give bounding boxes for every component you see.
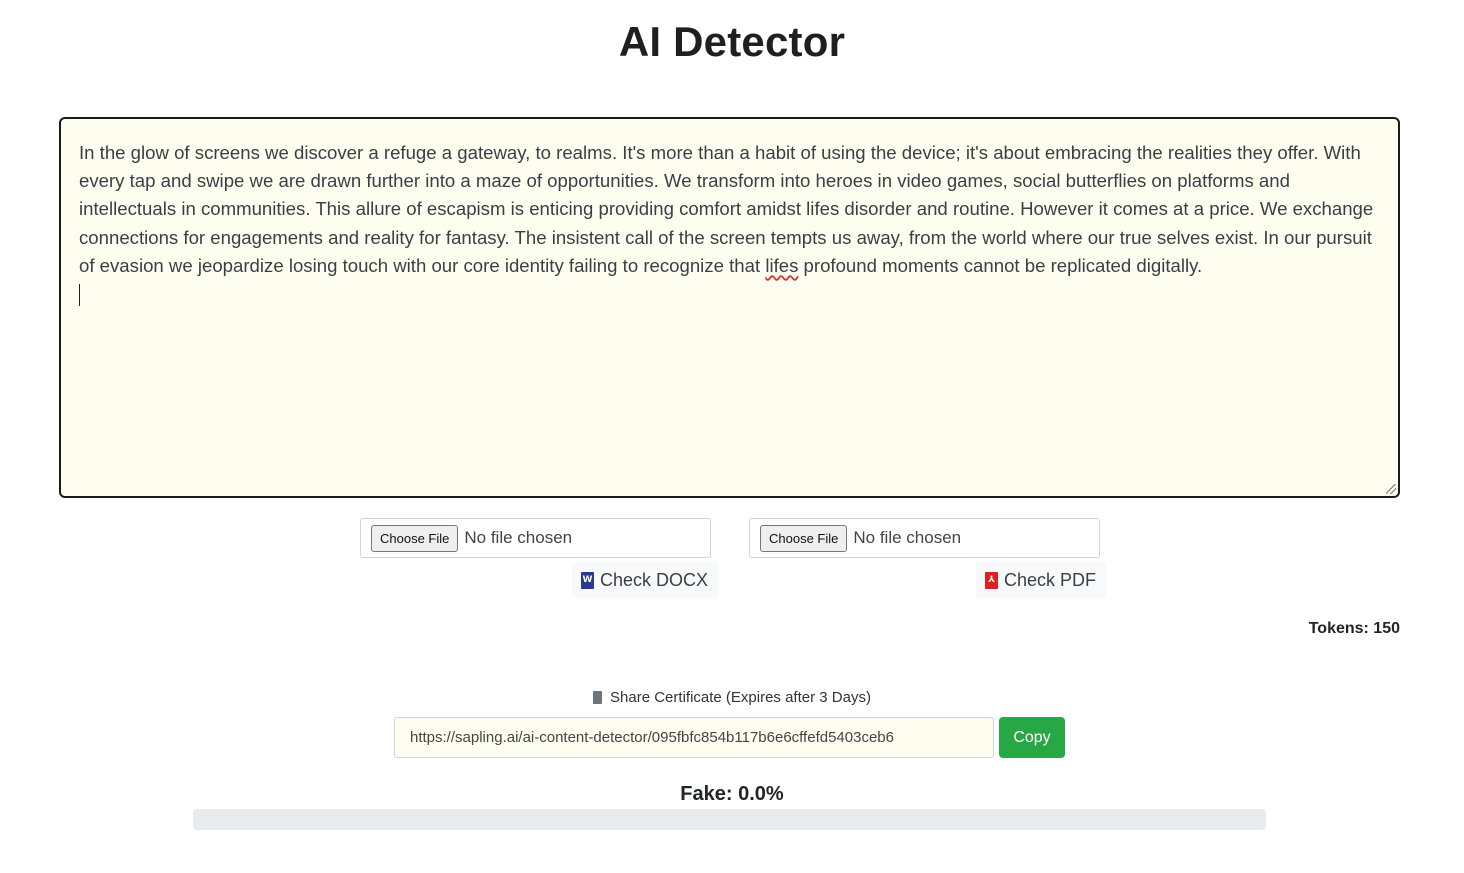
check-pdf-label: Check PDF [1004,569,1097,590]
docx-file-input[interactable]: Choose File No file chosen [360,518,711,558]
pdf-file-icon: ⅄ [985,571,998,589]
check-pdf-button[interactable]: ⅄ Check PDF [976,562,1107,598]
share-url-input[interactable] [394,717,994,758]
text-caret [79,284,80,307]
page-title: AI Detector [618,18,846,65]
resize-handle[interactable] [1386,484,1396,494]
word-file-icon: W [581,571,594,589]
pdf-file-input[interactable]: Choose File No file chosen [749,518,1100,558]
pdf-choose-file-button[interactable]: Choose File [760,524,848,552]
pdf-file-status: No file chosen [853,528,962,547]
fake-score-progress-bar [193,809,1266,830]
token-count: Tokens: 150 [1308,620,1400,637]
misspelled-word: lifes [765,254,799,276]
page: AI Detector In the glow of screens we di… [0,0,1464,873]
docx-file-status: No file chosen [464,528,573,547]
check-docx-label: Check DOCX [600,569,709,590]
fake-score-label: Fake: 0.0% [680,783,784,805]
share-certificate-text: Share Certificate (Expires after 3 Days) [610,689,871,706]
check-docx-button[interactable]: W Check DOCX [572,562,719,598]
receipt-icon [593,691,603,704]
copy-button[interactable]: Copy [999,717,1065,758]
docx-choose-file-button[interactable]: Choose File [371,524,459,552]
editor-text[interactable]: In the glow of screens we discover a ref… [79,139,1380,307]
share-certificate-label: Share Certificate (Expires after 3 Days) [0,689,1464,706]
editor-text-after: profound moments cannot be replicated di… [798,254,1203,276]
text-input-area[interactable]: In the glow of screens we discover a ref… [59,117,1400,498]
